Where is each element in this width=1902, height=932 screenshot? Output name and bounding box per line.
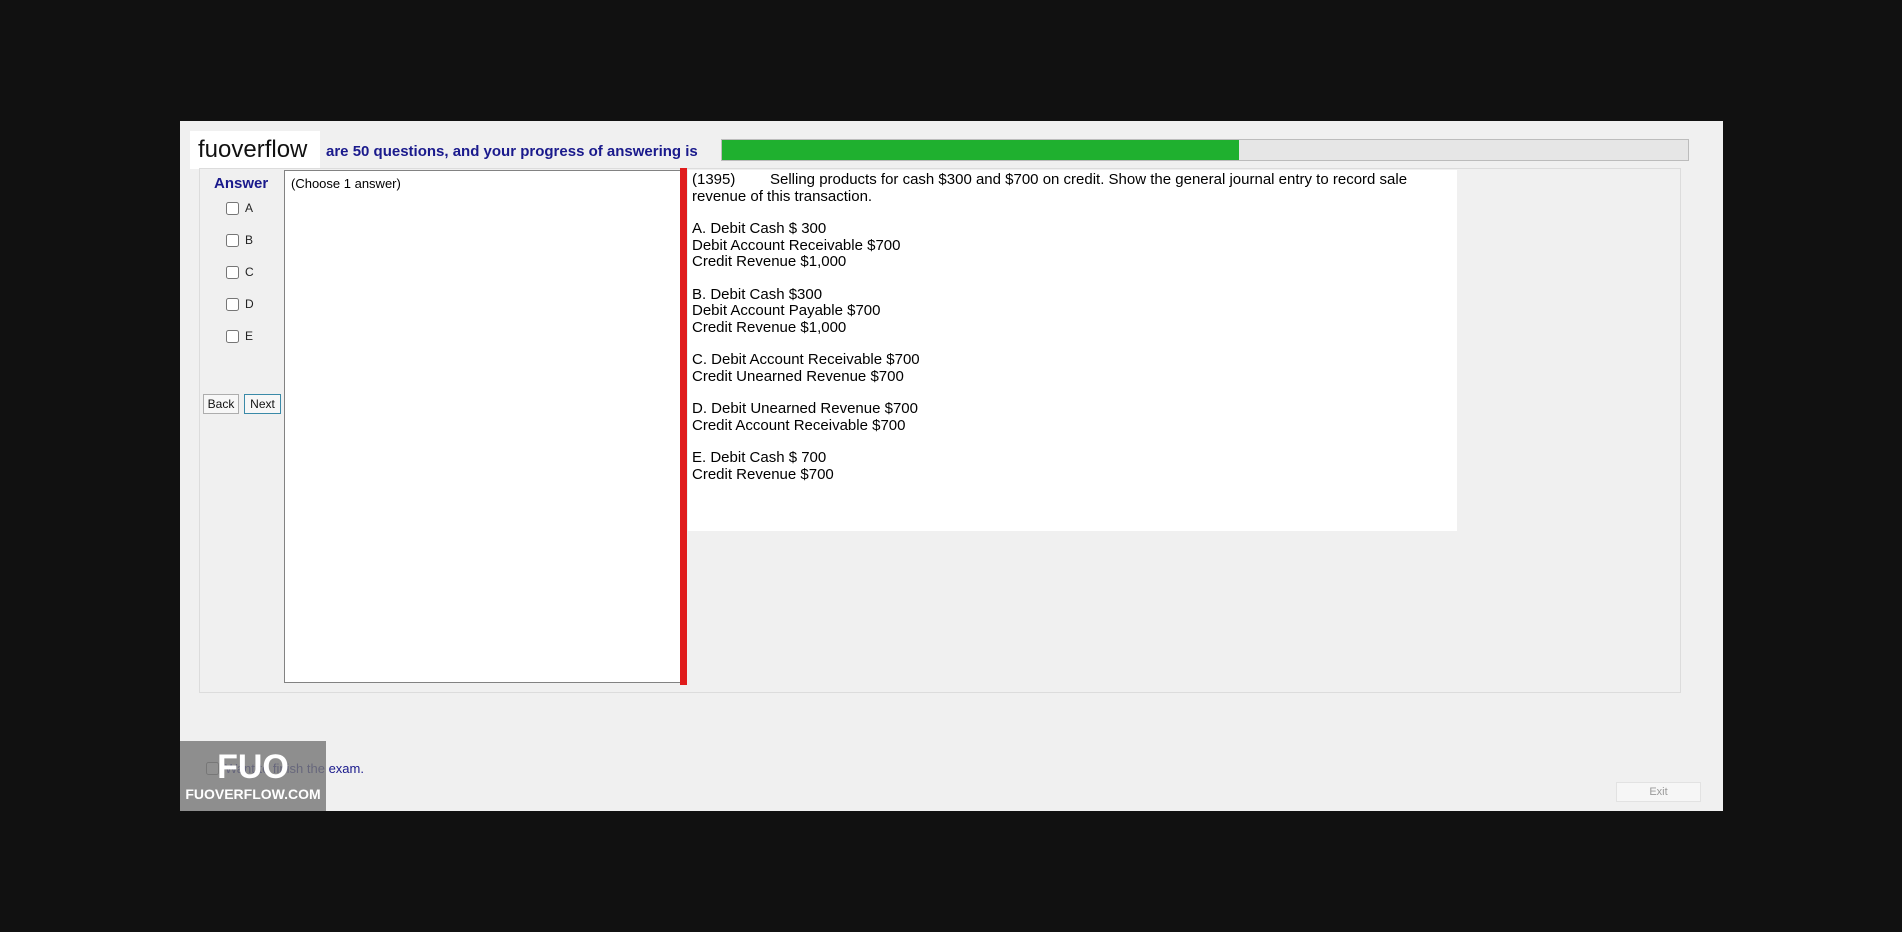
- option-b-checkbox[interactable]: [226, 233, 239, 247]
- next-button[interactable]: Next: [244, 394, 281, 414]
- choice-line: B. Debit Cash $300: [692, 285, 823, 303]
- choice-e: E. Debit Cash $ 700 Credit Revenue $700: [692, 449, 1453, 483]
- option-d[interactable]: D: [226, 297, 254, 311]
- choice-line: Credit Account Receivable $700: [692, 416, 906, 434]
- progress-bar: [721, 139, 1689, 161]
- option-c-label: C: [245, 265, 254, 279]
- option-d-label: D: [245, 297, 254, 311]
- back-button[interactable]: Back: [203, 394, 239, 414]
- question-panel: (1395) Selling products for cash $300 and…: [688, 170, 1457, 531]
- answer-heading: Answer: [214, 175, 269, 192]
- progress-label: are 50 questions, and your progress of a…: [326, 143, 698, 160]
- exit-button[interactable]: Exit: [1616, 782, 1701, 802]
- choice-line: Credit Revenue $700: [692, 465, 834, 483]
- choice-d: D. Debit Unearned Revenue $700 Credit Ac…: [692, 400, 1453, 434]
- choice-b: B. Debit Cash $300 Debit Account Payable…: [692, 285, 1453, 337]
- option-e-checkbox[interactable]: [226, 329, 239, 343]
- watermark-badge-logo: FUO: [217, 748, 289, 786]
- progress-fill: [722, 140, 1239, 160]
- choice-line: Credit Unearned Revenue $700: [692, 367, 904, 385]
- choice-c: C. Debit Account Receivable $700 Credit …: [692, 351, 1453, 385]
- choice-a: A. Debit Cash $ 300 Debit Account Receiv…: [692, 220, 1453, 271]
- choice-line: Credit Revenue $1,000: [692, 318, 847, 336]
- question-text: Selling products for cash $300 and $700 …: [770, 171, 1408, 188]
- option-a-label: A: [245, 201, 254, 215]
- option-b[interactable]: B: [226, 233, 253, 247]
- choice-line: D. Debit Unearned Revenue $700: [692, 400, 918, 417]
- choice-line: Debit Account Receivable $700: [692, 236, 901, 254]
- question-text-line1: (1395) Selling products for cash $300 and…: [692, 171, 1453, 189]
- choice-line: E. Debit Cash $ 700: [692, 449, 827, 466]
- exam-window: fuoverflow are 50 questions, and your pr…: [180, 121, 1723, 811]
- panel-splitter[interactable]: [680, 168, 687, 685]
- option-e-label: E: [245, 329, 254, 343]
- choice-line: C. Debit Account Receivable $700: [692, 351, 920, 368]
- answer-area[interactable]: (Choose 1 answer): [284, 170, 682, 683]
- watermark-badge: FUO FUOVERFLOW.COM: [180, 741, 326, 811]
- option-c-checkbox[interactable]: [226, 265, 239, 279]
- option-e[interactable]: E: [226, 329, 253, 343]
- watermark-badge-text: FUOVERFLOW.COM: [185, 786, 321, 802]
- option-c[interactable]: C: [226, 265, 254, 279]
- option-a[interactable]: A: [226, 201, 253, 215]
- question-text-line2: revenue of this transaction.: [692, 187, 873, 205]
- watermark-logo: fuoverflow: [190, 131, 320, 169]
- choose-hint: (Choose 1 answer): [291, 176, 401, 191]
- option-b-label: B: [245, 233, 254, 247]
- option-d-checkbox[interactable]: [226, 297, 239, 311]
- question-id: (1395): [692, 171, 736, 188]
- choice-line: Credit Revenue $1,000: [692, 253, 847, 270]
- option-a-checkbox[interactable]: [226, 201, 239, 215]
- choice-line: Debit Account Payable $700: [692, 302, 881, 319]
- choice-line: A. Debit Cash $ 300: [692, 220, 827, 237]
